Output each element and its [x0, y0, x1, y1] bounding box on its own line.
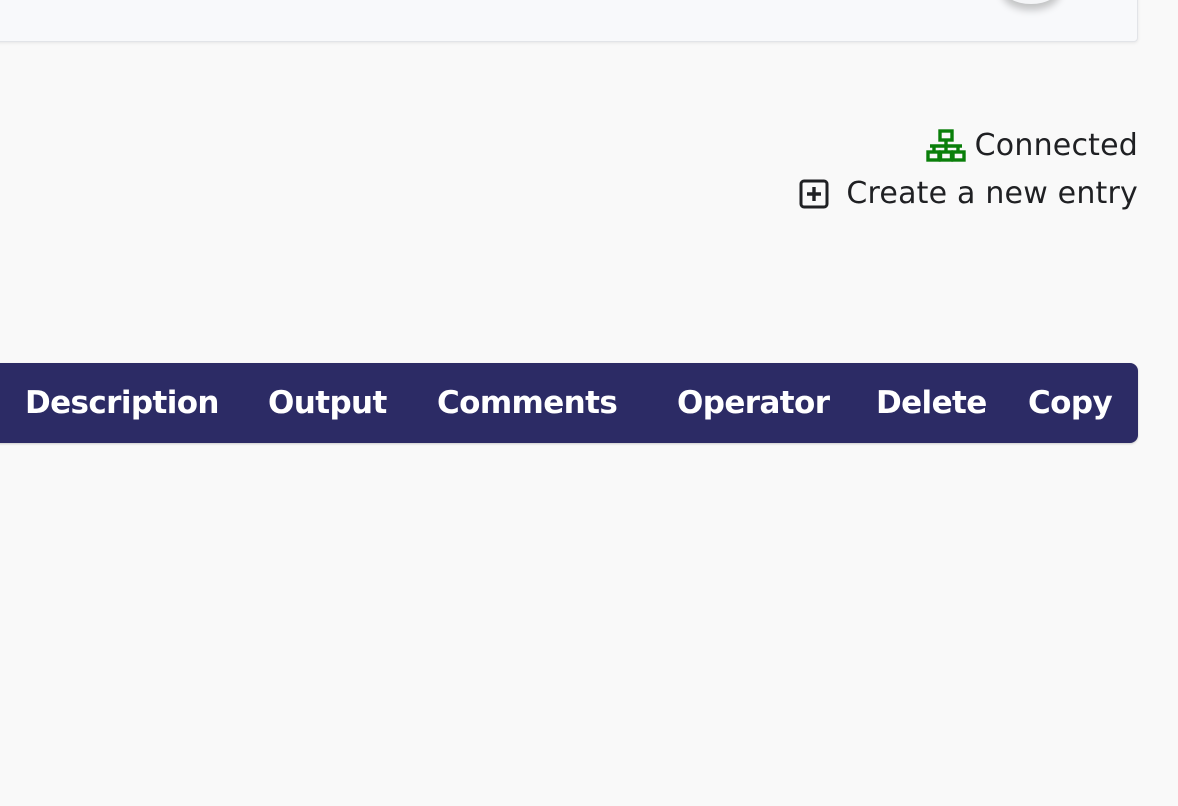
column-header-delete[interactable]: Delete [876, 363, 987, 443]
create-entry-button[interactable]: Create a new entry [799, 174, 1138, 214]
network-icon [925, 129, 966, 162]
column-header-output[interactable]: Output [268, 363, 387, 443]
connection-status: Connected [925, 127, 1138, 165]
column-header-copy[interactable]: Copy [1028, 363, 1113, 443]
create-entry-label: Create a new entry [846, 176, 1138, 211]
connection-status-label: Connected [974, 128, 1138, 163]
column-header-description[interactable]: Description [25, 363, 220, 443]
plus-box-icon [799, 179, 829, 209]
top-app-bar [0, 0, 1138, 42]
table-header: Description Output Comments Operator Del… [0, 363, 1138, 443]
column-header-comments[interactable]: Comments [437, 363, 618, 443]
column-header-operator[interactable]: Operator [677, 363, 830, 443]
